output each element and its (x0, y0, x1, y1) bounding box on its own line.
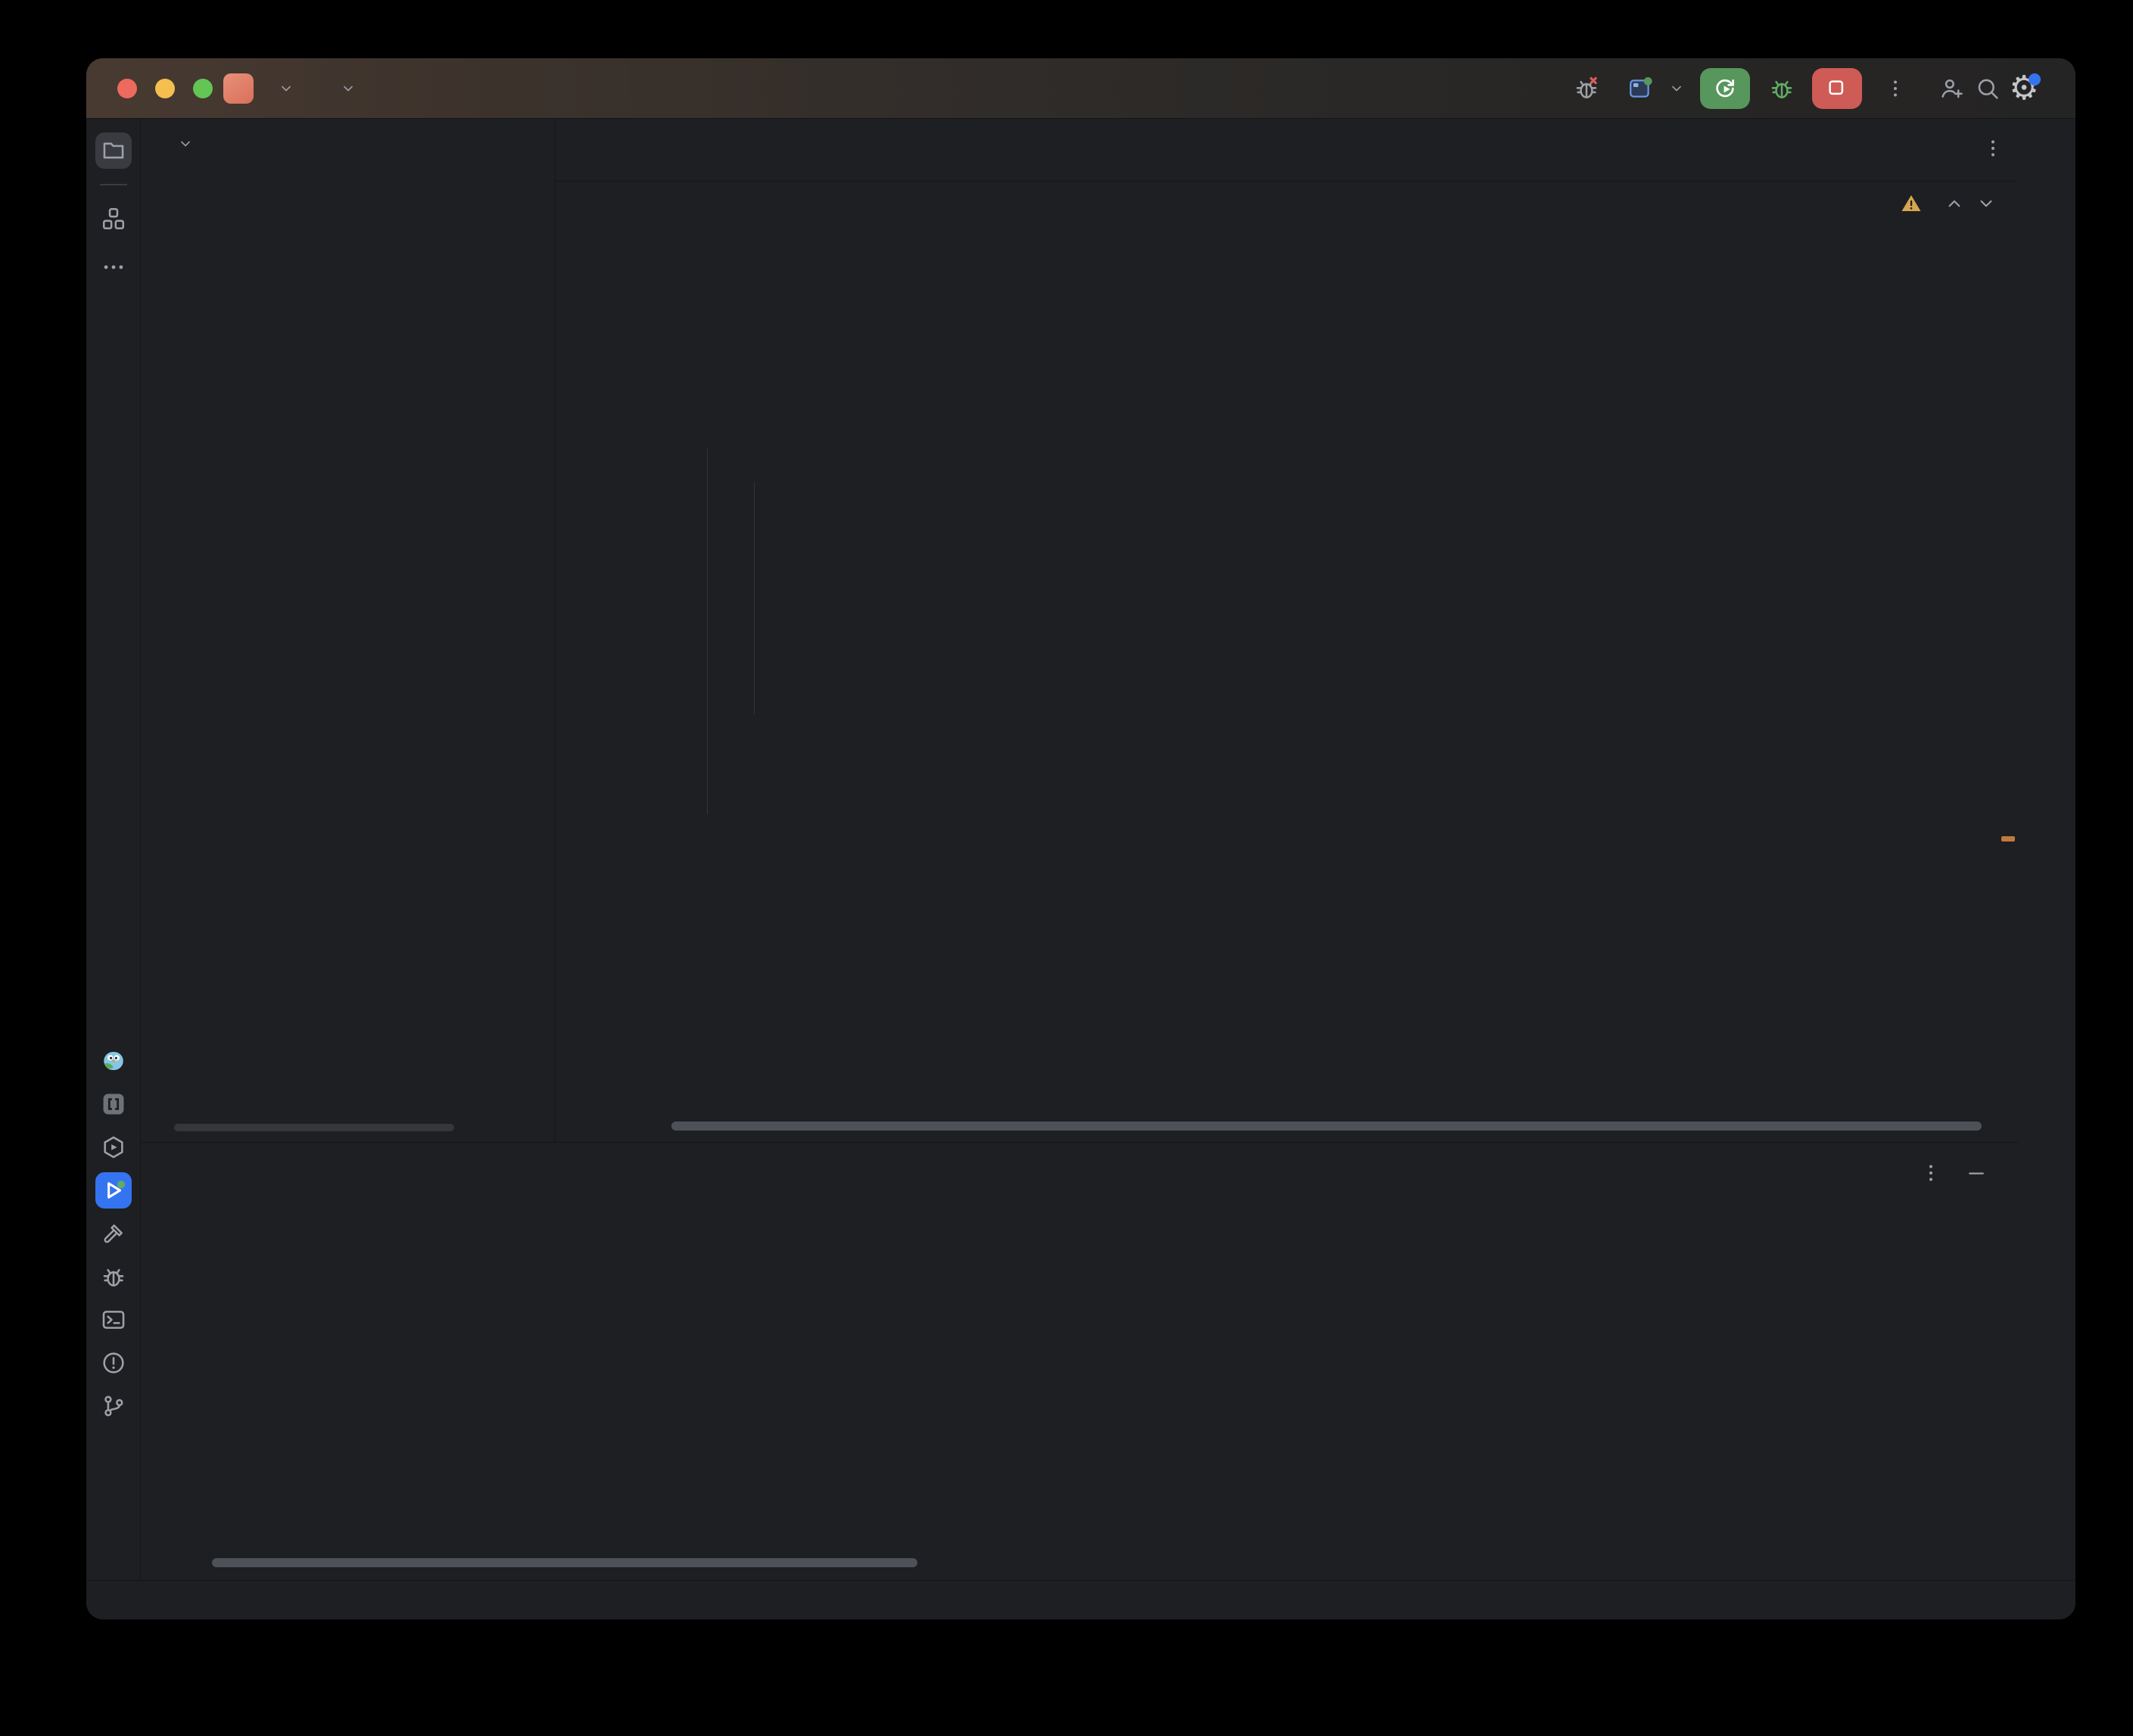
stripe-button-problems-tool[interactable] (95, 1345, 132, 1381)
kebab-icon (1884, 77, 1907, 100)
brackets-icon (101, 1091, 126, 1117)
stripe-button-plugin-mascot[interactable] (95, 1043, 132, 1079)
vcs-chevron-icon[interactable] (340, 80, 357, 97)
close-window-button[interactable] (117, 79, 137, 98)
indent-guide (707, 448, 708, 814)
debug-bug-icon (1769, 76, 1795, 101)
bug-x-icon (1574, 76, 1599, 101)
toolbar-right: ⚙ (1568, 58, 2042, 119)
project-avatar[interactable] (223, 73, 254, 104)
stripe-button-project-tool[interactable] (95, 132, 132, 169)
run-panel (141, 1142, 2018, 1580)
more-actions-button[interactable] (1877, 70, 1913, 107)
editor-tabs-bar (556, 119, 2018, 182)
rerun-icon (1712, 76, 1738, 101)
problems-icon (101, 1350, 126, 1376)
project-panel-header[interactable] (170, 135, 194, 152)
next-problem-icon[interactable] (1976, 193, 1997, 214)
search-everywhere-button[interactable] (1970, 70, 2006, 107)
stripe-button-run-tool[interactable] (95, 1172, 132, 1209)
debug-disconnected-button[interactable] (1568, 70, 1605, 107)
folder-tool-icon (101, 138, 126, 163)
stripe-button-services-tool[interactable] (95, 1129, 132, 1165)
git-branch-icon (101, 1393, 126, 1419)
code-editor[interactable] (556, 182, 2018, 1120)
project-panel (141, 119, 556, 1142)
indent-guide (754, 481, 755, 714)
terminal-icon (101, 1307, 126, 1333)
ide-window: ⚙ (86, 58, 2075, 1619)
hammer-icon (101, 1221, 126, 1246)
warning-triangle-icon (1900, 192, 1923, 215)
zoom-window-button[interactable] (193, 79, 213, 98)
title-bar: ⚙ (86, 58, 2075, 119)
traffic-lights (117, 79, 213, 98)
run-configuration-chooser[interactable] (1627, 76, 1685, 101)
editor-area (556, 119, 2018, 1142)
project-widget (223, 58, 357, 119)
stripe-button-build-tool[interactable] (95, 1215, 132, 1252)
code-with-me-button[interactable] (1933, 70, 1970, 107)
console-output[interactable] (204, 1256, 2000, 1574)
run-config-chevron-icon (1668, 80, 1685, 97)
prev-problem-icon[interactable] (1944, 193, 1965, 214)
stripe-button-git-tool[interactable] (95, 1388, 132, 1424)
services-icon (101, 1134, 126, 1160)
stripe-divider (99, 184, 127, 185)
stripe-button-more-tool-windows[interactable] (95, 249, 132, 285)
stripe-button-plugin-brackets[interactable] (95, 1086, 132, 1122)
stripe-button-terminal-tool[interactable] (95, 1302, 132, 1338)
debug-button[interactable] (1764, 70, 1800, 107)
project-chevron-icon[interactable] (278, 80, 294, 97)
stop-icon (1826, 77, 1848, 100)
hide-panel-icon[interactable] (1965, 1162, 1988, 1184)
person-add-icon (1938, 76, 1964, 101)
desktop: ⚙ (0, 0, 2133, 1736)
minimize-window-button[interactable] (155, 79, 175, 98)
editor-hscrollbar[interactable] (671, 1122, 1982, 1131)
bug-icon (101, 1264, 126, 1290)
rerun-button[interactable] (1700, 68, 1750, 109)
stop-button[interactable] (1812, 68, 1862, 109)
project-scrollbar[interactable] (174, 1124, 454, 1131)
gopher-icon (101, 1048, 126, 1074)
project-header-chevron-icon (177, 135, 194, 152)
console-hscrollbar[interactable] (212, 1558, 917, 1567)
more-h-icon (101, 254, 126, 280)
warning-stripe-mark[interactable] (2001, 836, 2015, 842)
left-tool-stripe (86, 119, 141, 1580)
search-icon (1975, 76, 2001, 101)
run-active-icon (101, 1178, 126, 1203)
stripe-button-structure-tool[interactable] (95, 201, 132, 237)
status-bar (86, 1580, 2075, 1619)
settings-button[interactable]: ⚙ (2006, 70, 2042, 107)
inspections-widget[interactable] (1900, 192, 1997, 215)
structure-icon (101, 206, 126, 232)
settings-notification-dot (2029, 73, 2041, 86)
run-panel-header (141, 1143, 2018, 1202)
run-config-icon (1627, 76, 1653, 101)
tab-options-icon[interactable] (1982, 137, 2004, 160)
run-options-icon[interactable] (1920, 1162, 1942, 1184)
stripe-button-debug-tool[interactable] (95, 1258, 132, 1295)
